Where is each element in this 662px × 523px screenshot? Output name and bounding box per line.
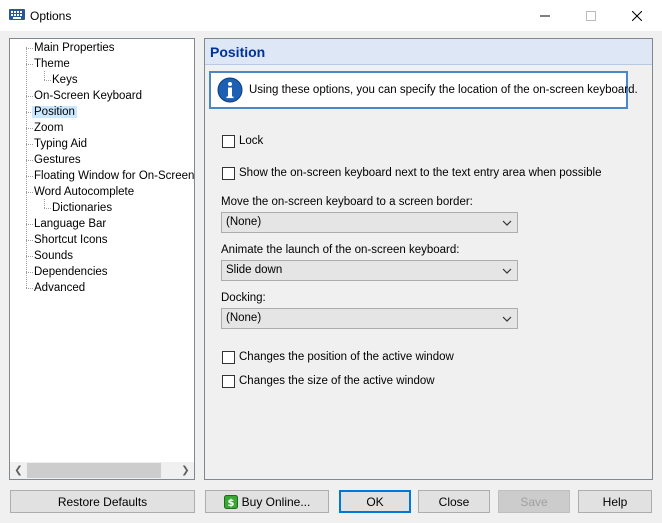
changes-size-label: Changes the size of the active window	[239, 375, 435, 387]
checkbox-box[interactable]	[222, 350, 235, 364]
tree-item-label: Shortcut Icons	[34, 234, 108, 246]
svg-text:$: $	[227, 498, 234, 509]
tree-item-label: Dictionaries	[52, 202, 113, 214]
lock-checkbox[interactable]: Lock	[222, 133, 263, 149]
docking-value: (None)	[226, 312, 262, 324]
tree-item-theme[interactable]: Theme	[32, 56, 72, 72]
maximize-button[interactable]	[568, 0, 614, 31]
ok-button[interactable]: OK	[339, 490, 411, 513]
animate-launch-select[interactable]: Slide down	[221, 260, 518, 281]
tree-item-main-properties[interactable]: Main Properties	[32, 40, 117, 56]
info-icon	[217, 77, 243, 103]
tree-item-label: Sounds	[34, 250, 74, 262]
tree-item-label: Main Properties	[34, 42, 115, 54]
screen-border-select[interactable]: (None)	[221, 212, 518, 233]
docking-select[interactable]: (None)	[221, 308, 518, 329]
maximize-icon	[586, 10, 596, 21]
changes-position-label: Changes the position of the active windo…	[239, 351, 454, 363]
close-icon	[632, 10, 642, 21]
docking-label: Docking:	[221, 292, 266, 304]
tree-item-advanced[interactable]: Advanced	[32, 280, 87, 296]
tree-item-shortcut-icons[interactable]: Shortcut Icons	[32, 232, 110, 248]
minimize-button[interactable]	[522, 0, 568, 31]
close-window-button[interactable]	[614, 0, 660, 31]
tree-item-typing-aid[interactable]: Typing Aid	[32, 136, 89, 152]
scroll-right-arrow-icon[interactable]: ❯	[177, 462, 194, 479]
title-bar: Options	[0, 0, 662, 31]
buy-online-label: Buy Online...	[241, 494, 311, 509]
info-box: Using these options, you can specify the…	[209, 71, 638, 109]
screen-border-label: Move the on-screen keyboard to a screen …	[221, 196, 473, 208]
tree-connector	[44, 199, 45, 208]
tree-item-label: Gestures	[34, 154, 81, 166]
options-tree[interactable]: Main Properties Theme Keys On-Screen Key…	[9, 38, 195, 480]
close-button[interactable]: Close	[418, 490, 490, 513]
changes-size-checkbox[interactable]: Changes the size of the active window	[222, 373, 435, 389]
show-next-to-text-checkbox[interactable]: Show the on-screen keyboard next to the …	[222, 165, 601, 181]
tree-item-sounds[interactable]: Sounds	[32, 248, 75, 264]
tree-horizontal-scrollbar[interactable]: ❮ ❯	[10, 462, 194, 479]
screen-border-value: (None)	[226, 216, 262, 228]
help-button[interactable]: Help	[578, 490, 652, 513]
tree-connector	[26, 47, 27, 288]
window-title: Options	[30, 9, 72, 23]
chevron-down-icon	[502, 268, 512, 274]
tree-item-label: Advanced	[34, 282, 86, 294]
tree-content: Main Properties Theme Keys On-Screen Key…	[10, 39, 194, 463]
tree-item-label: Theme	[34, 58, 70, 70]
minimize-icon	[540, 15, 550, 16]
tree-item-on-screen-keyboard[interactable]: On-Screen Keyboard	[32, 88, 144, 104]
tree-item-label: On-Screen Keyboard	[34, 90, 143, 102]
checkbox-box[interactable]	[222, 134, 235, 148]
tree-item-label: Language Bar	[34, 218, 107, 230]
tree-item-language-bar[interactable]: Language Bar	[32, 216, 108, 232]
tree-item-zoom[interactable]: Zoom	[32, 120, 65, 136]
animate-launch-label: Animate the launch of the on-screen keyb…	[221, 244, 460, 256]
chevron-down-icon	[502, 316, 512, 322]
checkbox-box[interactable]	[222, 374, 235, 388]
animate-launch-value: Slide down	[226, 264, 283, 276]
position-panel: Position Using these options, you can sp…	[204, 38, 653, 480]
tree-item-position[interactable]: Position	[32, 104, 77, 120]
checkbox-box[interactable]	[222, 166, 235, 180]
info-text: Using these options, you can specify the…	[249, 84, 638, 96]
tree-item-label: Keys	[52, 74, 78, 86]
tree-item-dependencies[interactable]: Dependencies	[32, 264, 110, 280]
tree-item-label: Zoom	[34, 122, 64, 134]
restore-defaults-button[interactable]: Restore Defaults	[10, 490, 195, 513]
tree-item-label: Typing Aid	[34, 138, 88, 150]
keyboard-app-icon	[9, 9, 25, 20]
tree-item-gestures[interactable]: Gestures	[32, 152, 83, 168]
tree-connector	[44, 71, 45, 80]
chevron-down-icon	[502, 220, 512, 226]
show-next-to-text-label: Show the on-screen keyboard next to the …	[239, 167, 602, 179]
tree-item-label: Position	[32, 106, 77, 118]
tree-item-floating-window[interactable]: Floating Window for On-Screen Keyboard	[32, 168, 194, 184]
tree-item-word-autocomplete[interactable]: Word Autocomplete	[32, 184, 136, 200]
tree-item-keys[interactable]: Keys	[50, 72, 80, 88]
money-icon: $	[223, 494, 238, 509]
panel-title: Position	[205, 39, 652, 65]
tree-item-dictionaries[interactable]: Dictionaries	[50, 200, 114, 216]
tree-item-label: Word Autocomplete	[34, 186, 135, 198]
tree-item-label: Floating Window for On-Screen Keyboard	[34, 170, 194, 182]
scroll-left-arrow-icon[interactable]: ❮	[10, 462, 27, 479]
scrollbar-thumb[interactable]	[27, 463, 161, 478]
changes-position-checkbox[interactable]: Changes the position of the active windo…	[222, 349, 454, 365]
tree-item-label: Dependencies	[34, 266, 108, 278]
buy-online-button[interactable]: $ Buy Online...	[205, 490, 329, 513]
lock-label: Lock	[239, 135, 264, 147]
save-button[interactable]: Save	[498, 490, 570, 513]
